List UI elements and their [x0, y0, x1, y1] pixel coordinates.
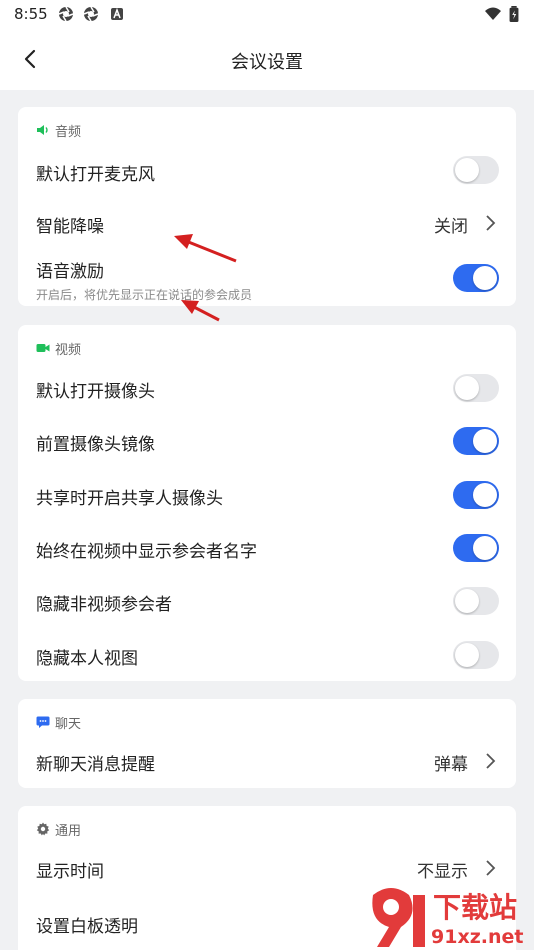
chat-section-label: 聊天: [55, 716, 82, 732]
noise-reduction-row[interactable]: 智能降噪 关闭: [18, 200, 516, 246]
video-camera-icon: [36, 344, 50, 352]
new-message-alert-label: 新聊天消息提醒: [36, 755, 155, 775]
video-setting-label: 共享时开启共享人摄像头: [36, 489, 223, 509]
default-mic-label: 默认打开麦克风: [36, 165, 155, 185]
general-section-label: 通用: [55, 823, 82, 839]
chat-bubble-icon: [36, 716, 50, 728]
general-section-header: 通用: [36, 819, 81, 839]
video-section-label: 视频: [55, 342, 82, 358]
watermark-text: 下载站: [433, 891, 517, 924]
speaker-icon: [37, 125, 48, 135]
watermark-logo: 下载站 91xz.net: [363, 881, 534, 950]
video-setting-toggle[interactable]: [453, 641, 499, 669]
video-setting-label: 默认打开摄像头: [36, 382, 155, 402]
video-setting-toggle[interactable]: [453, 587, 499, 615]
toggle-knob: [473, 483, 497, 507]
video-setting-row[interactable]: 共享时开启共享人摄像头: [18, 472, 516, 518]
watermark-url: 91xz.net: [431, 926, 523, 948]
video-setting-toggle[interactable]: [453, 481, 499, 509]
whiteboard-transparent-label: 设置白板透明: [36, 917, 138, 937]
video-setting-row[interactable]: 隐藏非视频参会者: [18, 578, 516, 624]
default-mic-toggle[interactable]: [453, 156, 499, 184]
default-mic-row[interactable]: 默认打开麦克风: [18, 147, 516, 193]
gear-icon: [36, 822, 50, 836]
chevron-right-icon: [486, 215, 496, 231]
toggle-knob: [473, 266, 497, 290]
video-setting-label: 隐藏非视频参会者: [36, 595, 172, 615]
chevron-right-icon: [486, 860, 496, 876]
watermark-graphic: 下载站 91xz.net: [372, 888, 523, 948]
voice-excite-label: 语音激励: [36, 262, 104, 282]
app-a-icon: [111, 7, 123, 20]
toggle-knob: [455, 643, 479, 667]
new-message-alert-value: 弹幕: [434, 755, 468, 775]
voice-excite-desc: 开启后，将优先显示正在说话的参会成员: [36, 288, 253, 302]
chat-section-header: 聊天: [36, 712, 81, 732]
audio-section-label: 音频: [55, 124, 82, 140]
video-setting-row[interactable]: 始终在视频中显示参会者名字: [18, 525, 516, 571]
noise-reduction-value: 关闭: [434, 217, 468, 237]
noise-reduction-label: 智能降噪: [36, 217, 104, 237]
video-section-header: 视频: [36, 338, 81, 358]
new-message-alert-row[interactable]: 新聊天消息提醒 弹幕: [18, 739, 516, 785]
audio-section-header: 音频: [36, 120, 81, 140]
show-time-value: 不显示: [417, 862, 468, 882]
show-time-label: 显示时间: [36, 862, 104, 882]
nav-bar: 会议设置: [0, 28, 534, 90]
toggle-knob: [473, 536, 497, 560]
toggle-knob: [473, 429, 497, 453]
toggle-knob: [455, 589, 479, 613]
wifi-icon: [485, 7, 501, 20]
video-setting-label: 前置摄像头镜像: [36, 435, 155, 455]
voice-excite-toggle[interactable]: [453, 264, 499, 292]
video-setting-label: 隐藏本人视图: [36, 649, 138, 669]
toggle-knob: [455, 376, 479, 400]
video-setting-toggle[interactable]: [453, 427, 499, 455]
status-time: 8:55: [14, 5, 48, 23]
chat-card: 聊天 新聊天消息提醒 弹幕: [18, 699, 516, 788]
audio-card: 音频 默认打开麦克风 智能降噪 关闭 语音激励 开启后，将优先显示正在说话的参会…: [18, 107, 516, 306]
video-setting-toggle[interactable]: [453, 534, 499, 562]
voice-excite-row[interactable]: 语音激励 开启后，将优先显示正在说话的参会成员: [18, 249, 516, 305]
battery-icon: [509, 6, 519, 22]
status-bar: 8:55: [0, 0, 534, 28]
video-setting-row[interactable]: 前置摄像头镜像: [18, 418, 516, 464]
video-setting-toggle[interactable]: [453, 374, 499, 402]
page-title: 会议设置: [231, 52, 303, 73]
toggle-knob: [455, 158, 479, 182]
aperture-icon: [58, 6, 74, 22]
chevron-right-icon: [486, 753, 496, 769]
video-setting-row[interactable]: 默认打开摄像头: [18, 365, 516, 411]
video-setting-row[interactable]: 隐藏本人视图: [18, 632, 516, 678]
aperture-icon: [83, 6, 99, 22]
video-setting-label: 始终在视频中显示参会者名字: [36, 542, 257, 562]
video-card: 视频 默认打开摄像头 前置摄像头镜像 共享时开启共享人摄像头 始终在视频中显示参…: [18, 325, 516, 681]
